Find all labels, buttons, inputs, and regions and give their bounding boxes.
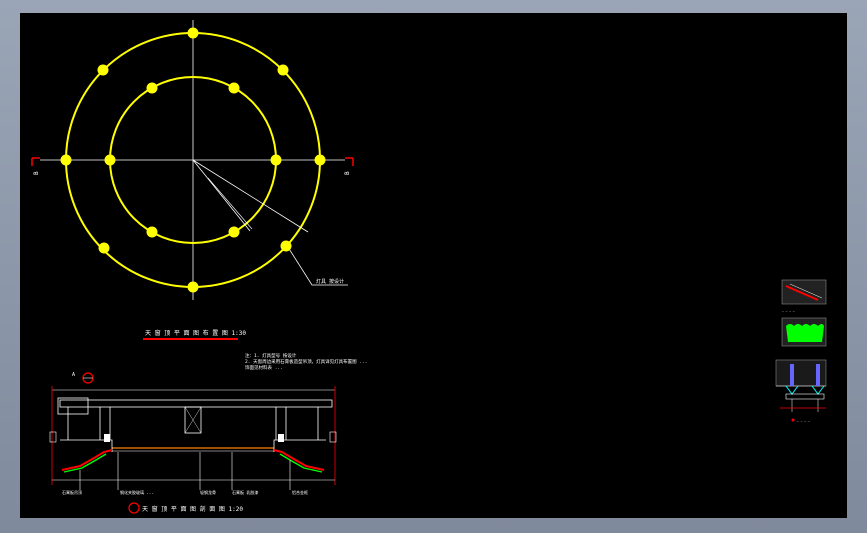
leader-label: 灯具 按设计 xyxy=(316,278,344,285)
radius-line-inner xyxy=(192,159,251,232)
section-label-5: 铝合金框 xyxy=(292,489,308,495)
fixture-dot xyxy=(146,82,158,94)
detail-2-green-fill xyxy=(786,324,824,342)
fixture-dot xyxy=(60,154,72,166)
profile-left-red xyxy=(61,449,113,471)
cad-viewer-frame: B B 灯具 按设计 天 窗 顶 平 面 图 布 置 图 1:30 注：1. 灯… xyxy=(0,0,867,533)
section-title: 天 窗 顶 平 面 图 剖 面 图 1:20 xyxy=(142,505,243,513)
fixture-dot xyxy=(187,281,199,293)
profile-right-red xyxy=(273,449,325,471)
section-view: A 石膏板吊顶 钢化夹胶玻璃 ... 轻钢龙骨 石膏板 乳胶漆 铝合金框 天 窗… xyxy=(49,372,337,514)
plan-view: B B 灯具 按设计 天 窗 顶 平 面 图 布 置 图 1:30 注：1. 灯… xyxy=(31,20,367,371)
roof-slab xyxy=(59,399,333,408)
fixture-dot xyxy=(277,64,289,76)
fixture-dot xyxy=(270,154,282,166)
section-mark-left-label: B xyxy=(33,171,40,175)
detail-mark-label: A xyxy=(72,372,75,378)
note-line-1: 注：1. 灯具型号 按设计 xyxy=(245,352,297,359)
fixture-dot xyxy=(280,240,292,252)
section-mark-right: B xyxy=(344,157,354,175)
note-line-2: 2. 天窗周边采用石膏板造型吊顶，灯具详见灯具布置图 ... xyxy=(245,358,367,365)
plan-title: 天 窗 顶 平 面 图 布 置 图 1:30 xyxy=(145,329,246,337)
section-title-mark xyxy=(128,502,140,514)
section-label-3: 轻钢龙骨 xyxy=(200,489,216,495)
detail-1-frame xyxy=(781,279,827,305)
note-line-3: 饰面见材料表 ... xyxy=(245,364,283,371)
fixture-dot xyxy=(187,27,199,39)
fixture-dot xyxy=(228,226,240,238)
fixture-dot xyxy=(314,154,326,166)
section-label-4: 石膏板 乳胶漆 xyxy=(232,489,258,495)
fixture-dot xyxy=(104,154,116,166)
section-mark-left: B xyxy=(31,157,40,175)
fixture-dot xyxy=(98,242,110,254)
fixture-dot xyxy=(228,82,240,94)
fixture-dot xyxy=(146,226,158,238)
fixture-dot xyxy=(97,64,109,76)
detail-views: — — — — — — — — xyxy=(775,279,827,423)
svg-text:— — — —: — — — — xyxy=(797,419,810,423)
svg-text:— — — —: — — — — xyxy=(782,309,795,313)
section-label-1: 石膏板吊顶 xyxy=(62,489,82,495)
drawing-canvas[interactable]: B B 灯具 按设计 天 窗 顶 平 面 图 布 置 图 1:30 注：1. 灯… xyxy=(20,13,847,518)
section-label-2: 钢化夹胶玻璃 ... xyxy=(120,489,154,495)
cad-drawing: B B 灯具 按设计 天 窗 顶 平 面 图 布 置 图 1:30 注：1. 灯… xyxy=(31,20,827,514)
section-mark-right-label: B xyxy=(344,171,351,175)
